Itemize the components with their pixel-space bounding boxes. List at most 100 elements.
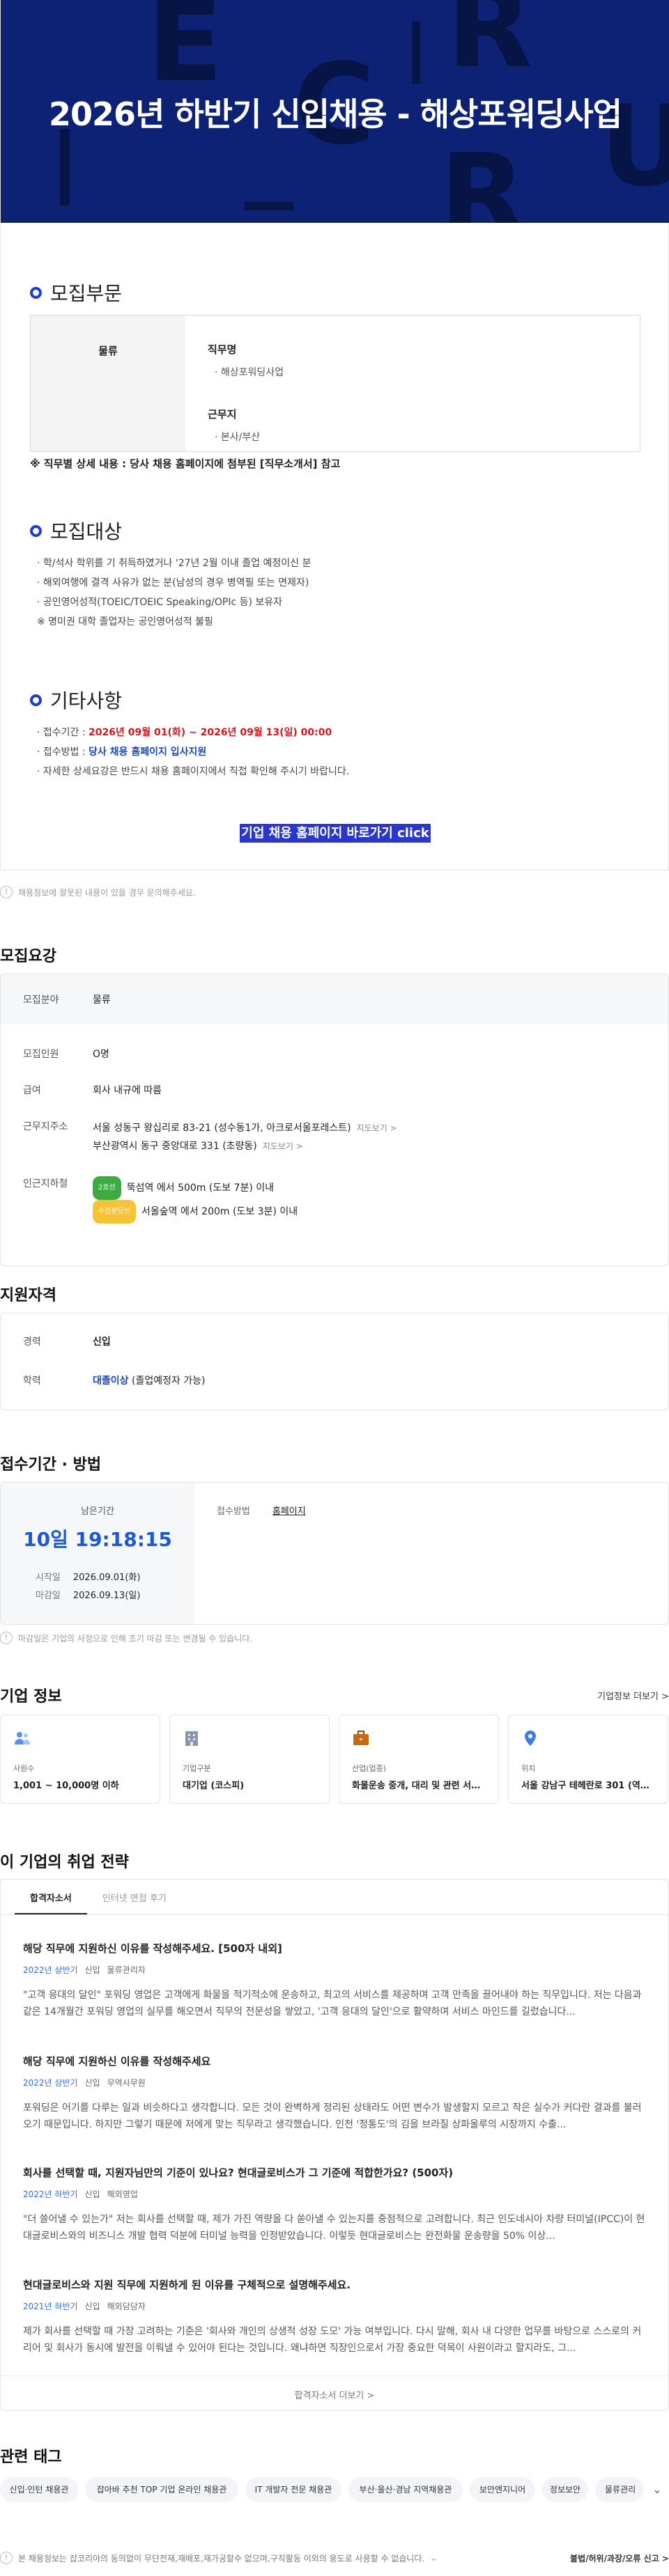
report-fraud-link[interactable]: 불법/허위/과장/오류 신고 > (570, 2552, 669, 2564)
card-value: 화물운송 중개, 대리 및 관련 서비스업 (352, 1781, 486, 1791)
strategy-tabs: 합격자소서 인터넷 면접 후기 (15, 1880, 182, 1914)
report-text: 채용정보에 잘못된 내용이 있을 경우 문의해주세요. (18, 887, 196, 898)
answer-excerpt: 제가 회사를 선택할 때 가장 고려하는 기준은 '회사와 개인의 상생적 성장… (23, 2326, 642, 2354)
summary-row-field: 모집분야 물류 (23, 994, 111, 1006)
card-label: 위치 (521, 1764, 536, 1773)
location-label: 근무지 (208, 408, 237, 421)
tag-chip[interactable]: 잡아바 추천 TOP 기업 온라인 채용관 (85, 2477, 238, 2502)
apply-method-link[interactable]: 홈페이지 (272, 1506, 306, 1517)
section-title-target: 모집대상 (30, 517, 122, 545)
period-note-text: 마감일은 기업의 사정으로 인해 조기 마감 또는 변경될 수 있습니다. (18, 1633, 253, 1644)
company-card-location: 위치 서울 강남구 테헤란로 301 (역삼동) (508, 1715, 668, 1804)
company-more-link[interactable]: 기업정보 더보기 > (597, 1689, 669, 1702)
summary-card: 모집분야 물류 모집인원 O명 급여 회사 내규에 따름 근무지주소 서울 성동구 왕… (0, 974, 669, 1266)
answer-excerpt: "더 쓸어낼 수 있는가" 저는 회사를 선택할 때, 제가 가진 역량을 다 … (23, 2214, 645, 2242)
map-link[interactable]: 지도보기 > (263, 1141, 303, 1151)
tag-chip[interactable]: 보안엔지니어 (470, 2477, 535, 2502)
tag-chip[interactable]: IT 개발자 전문 채용관 (245, 2477, 341, 2502)
tab-cover-letter[interactable]: 합격자소서 (15, 1880, 87, 1914)
tag-chip[interactable]: 정보보안 (542, 2477, 588, 2502)
question: 회사를 선택할 때, 지원자님만의 기준이 있나요? 현대글로비스가 그 기준에… (23, 2167, 454, 2179)
question: 현대글로비스와 지원 직무에 지원하게 된 이유를 구체적으로 설명해주세요. (23, 2279, 351, 2291)
hero-bg-bar (245, 202, 293, 210)
period-note: ! 마감일은 기업의 사정으로 인해 조기 마감 또는 변경될 수 있습니다. (0, 1632, 252, 1644)
subway-line-badge: 수인분당선 (93, 1200, 136, 1224)
section-ring-icon (30, 694, 42, 706)
hero-bg-bar (412, 21, 420, 84)
cover-letter-item[interactable]: 현대글로비스와 지원 직무에 지원하게 된 이유를 구체적으로 설명해주세요. … (23, 2277, 647, 2357)
chevron-down-icon[interactable]: ⌄ (430, 2553, 437, 2563)
cover-letter-item[interactable]: 해당 직무에 지원하신 이유를 작성해주세요 2022년 상반기 신입 무역사무원 … (23, 2054, 647, 2133)
tab-divider (1, 1914, 668, 1915)
posting-detail: E R C U R 2026년 하반기 신입채용 - 해상포워딩사업 모집부문 … (0, 0, 669, 871)
item-meta: 2021년 하반기 신입 해외담당자 (23, 2302, 146, 2311)
item-meta: 2022년 상반기 신입 무역사무원 (23, 2078, 146, 2088)
summary-title: 모집요강 (0, 948, 56, 965)
card-label: 산업(업종) (352, 1764, 387, 1773)
more-divider (1, 2375, 668, 2376)
target-item: · 공인영어성적(TOEIC/TOEIC Speaking/OPIc 등) 보유… (37, 597, 283, 608)
hero-bg-bar (60, 129, 70, 205)
section-ring-icon (30, 286, 42, 299)
location-value: · 본사/부산 (215, 432, 261, 443)
section-title-etc: 기타사항 (30, 686, 122, 714)
tags-title: 관련 태그 (0, 2449, 62, 2466)
target-list: · 학/석사 학위를 기 취득하였거나 '27년 2월 이내 졸업 예정이신 분… (37, 554, 311, 632)
card-value: 대기업 (코스피) (183, 1781, 245, 1791)
company-homepage-button[interactable]: 기업 채용 홈페이지 바로가기 click (240, 824, 431, 843)
etc-period: · 접수기간 : 2026년 09월 01(화) ~ 2026년 09월 13(… (37, 727, 332, 738)
card-label: 사원수 (13, 1764, 35, 1773)
section-title-text: 모집대상 (50, 520, 123, 543)
location-icon (525, 1731, 536, 1746)
cover-letter-item[interactable]: 회사를 선택할 때, 지원자님만의 기준이 있나요? 현대글로비스가 그 기준에… (23, 2165, 647, 2245)
cover-letter-item[interactable]: 해당 직무에 지원하신 이유를 작성해주세요. [500자 내외] 2022년 … (23, 1941, 647, 2020)
company-card-type: 기업구분 대기업 (코스피) (169, 1715, 330, 1804)
summary-row-subway: 인근지하철 2호선 뚝섬역 에서 500m (도보 7분) 이내 수인분당선 서울숲… (23, 1176, 298, 1224)
question: 해당 직무에 지원하신 이유를 작성해주세요 (23, 2055, 211, 2068)
qualify-title: 지원자격 (0, 1287, 56, 1304)
qualify-row-edu: 학력 대졸이상 (졸업예정자 가능) (23, 1375, 206, 1387)
section-ring-icon (30, 524, 42, 537)
remain-label: 남은기간 (81, 1506, 114, 1517)
summary-row-salary: 급여 회사 내규에 따름 (23, 1085, 162, 1096)
job-detail-note: ※ 직무별 상세 내용 : 당사 채용 홈페이지에 첨부된 [직무소개서] 참고 (30, 458, 341, 470)
info-circle-icon: ! (0, 2552, 13, 2564)
hero-banner: E R C U R 2026년 하반기 신입채용 - 해상포워딩사업 (1, 0, 669, 223)
tag-chip[interactable]: 신입·인턴 채용관 (0, 2477, 78, 2502)
section-title-recruit: 모집부문 (30, 279, 122, 306)
target-item: ※ 명미권 대학 졸업자는 공인영어성적 불필 (37, 616, 213, 627)
item-meta: 2022년 하반기 신입 해외영업 (23, 2189, 138, 2199)
answer-excerpt: 포워딩은 어기를 다루는 일과 비슷하다고 생각합니다. 모든 것이 완벽하게 … (23, 2102, 642, 2130)
period-title: 접수기간 · 방법 (0, 1456, 102, 1474)
building-icon (185, 1731, 198, 1746)
hero-title: 2026년 하반기 신입채용 - 해상포워딩사업 (49, 95, 622, 133)
cover-letter-more-link[interactable]: 합격자소서 더보기 > (1, 2388, 668, 2401)
chevron-down-icon[interactable]: ⌄ (648, 2481, 666, 2499)
qualify-card: 경력 신입 학력 대졸이상 (졸업예정자 가능) (0, 1313, 669, 1410)
hero-bg-letter: R (447, 0, 533, 93)
briefcase-icon (353, 1731, 369, 1745)
target-item: · 학/석사 학위를 기 취득하였거나 '27년 2월 이내 졸업 예정이신 분 (37, 558, 312, 569)
strategy-title: 이 기업의 취업 전략 (0, 1854, 129, 1871)
answer-excerpt: "고객 응대의 달인" 포워딩 영업은 고객에게 화물을 적기적소에 운송하고,… (23, 1990, 642, 2017)
hero-bg-letter: E (147, 0, 224, 107)
job-label: 직무명 (208, 343, 237, 356)
section-title-text: 기타사항 (50, 689, 123, 712)
company-title: 기업 정보 (0, 1688, 62, 1705)
item-meta: 2022년 상반기 신입 물류관리자 (23, 1965, 146, 1975)
card-value: 1,001 ~ 10,000명 이하 (13, 1781, 119, 1791)
tag-chip[interactable]: 물류관리 (595, 2477, 644, 2502)
report-error-link[interactable]: ! 채용정보에 잘못된 내용이 있을 경우 문의해주세요. (0, 886, 196, 898)
people-icon (15, 1732, 30, 1744)
subway-line-badge: 2호선 (93, 1176, 121, 1200)
map-link[interactable]: 지도보기 > (357, 1123, 397, 1133)
tab-interview-review[interactable]: 인터넷 면접 후기 (87, 1880, 182, 1914)
period-card: 남은기간 10일 19:18:15 시작일 2026.09.01(화) 마감일 20… (0, 1482, 669, 1625)
recruit-field-box: 물류 직무명 · 해상포워딩사업 근무지 · 본사/부산 (30, 315, 640, 452)
period-dates: 시작일 2026.09.01(화) 마감일 2026.09.13(일) (36, 1572, 141, 1601)
etc-detail: · 자세한 상세요강은 반드시 채용 홈페이지에서 직접 확인해 주시기 바랍니… (37, 766, 350, 777)
remain-timer: 10일 19:18:15 (23, 1528, 172, 1551)
period-remaining-panel: 남은기간 10일 19:18:15 시작일 2026.09.01(화) 마감일 20… (1, 1483, 194, 1624)
tag-chip[interactable]: 부산·울산·경남 지역채용관 (348, 2477, 463, 2502)
qualify-row-career: 경력 신입 (23, 1336, 111, 1348)
